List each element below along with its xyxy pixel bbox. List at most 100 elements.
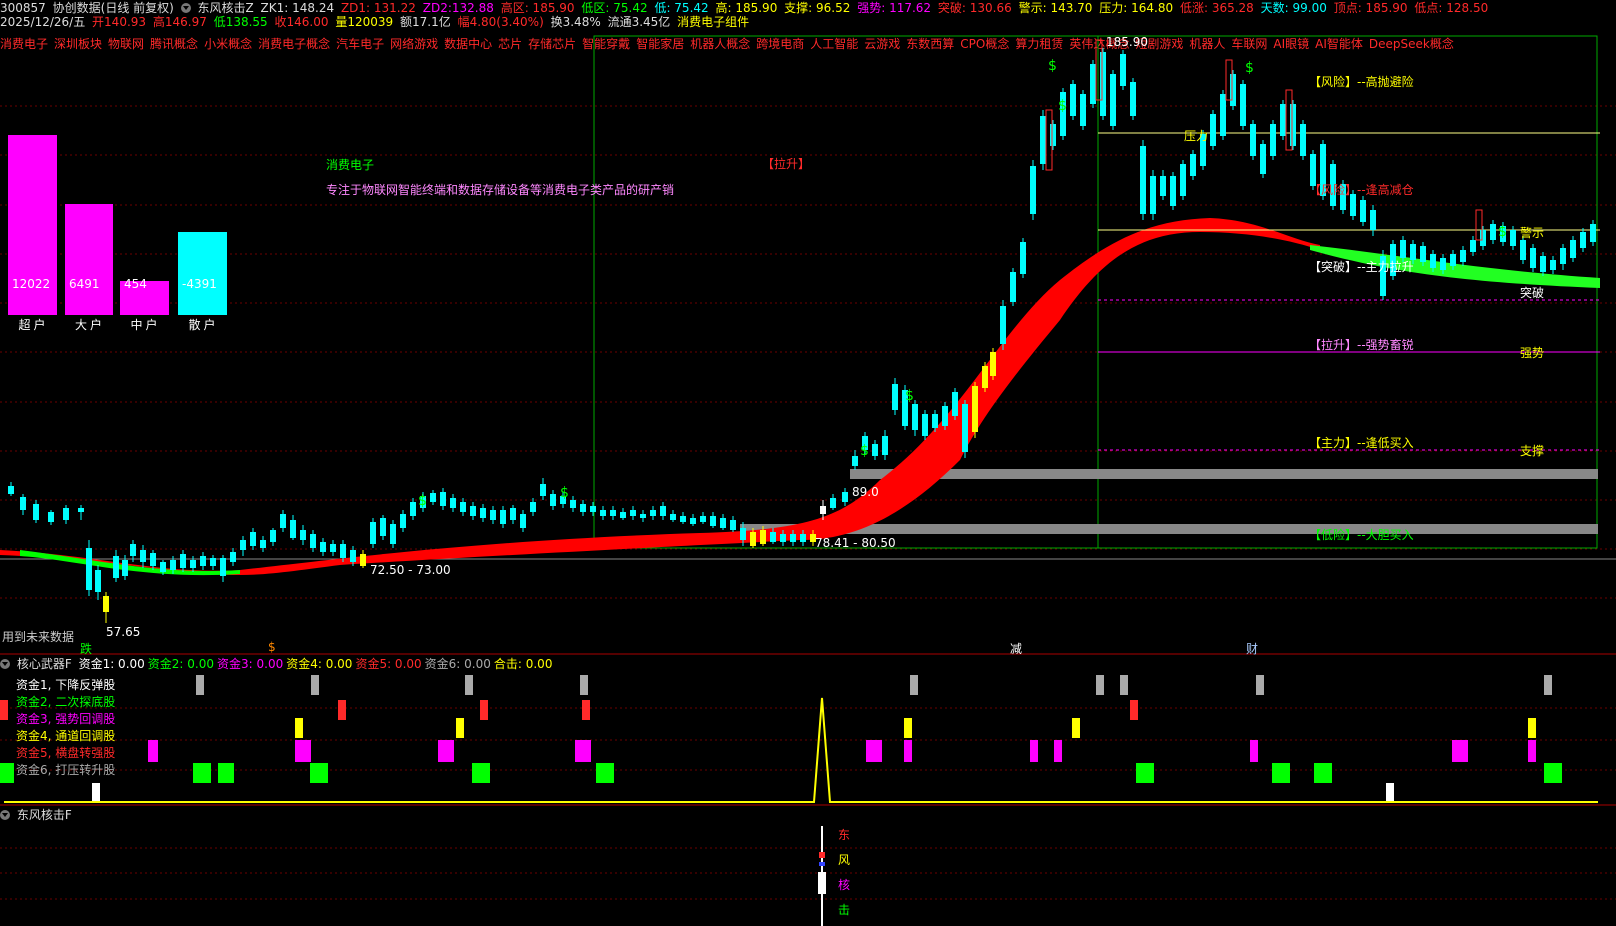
candle-body xyxy=(470,506,476,516)
candle-body xyxy=(1220,94,1226,136)
candle-body xyxy=(200,556,206,566)
hejie-line xyxy=(4,697,1598,803)
candle-body xyxy=(730,520,736,530)
signal-bar xyxy=(904,740,912,762)
dollar-signal: $ xyxy=(860,443,869,459)
label-fenghuo: 【风险】--逢高减仓 xyxy=(1309,183,1414,197)
candle-body xyxy=(600,510,606,516)
candle-body xyxy=(480,508,486,518)
candle-body xyxy=(1010,272,1016,302)
signal-bar xyxy=(438,740,454,762)
candle-body xyxy=(1140,146,1146,214)
line-label-qiangshi: 强势 xyxy=(1520,346,1545,360)
dollar-signal: $ xyxy=(418,493,427,509)
candle-body xyxy=(1430,254,1436,268)
money-bar-value: 454 xyxy=(124,277,147,291)
money-bar-label: 散户 xyxy=(188,318,219,332)
candle-body xyxy=(972,386,978,432)
signal-bar xyxy=(1544,763,1562,783)
candle-body xyxy=(1560,248,1566,264)
candle-body xyxy=(550,494,556,506)
panel2-value: 资金3: 0.00 xyxy=(217,657,284,671)
signal-bar xyxy=(218,763,234,783)
panel2-value: 资金6: 0.00 xyxy=(424,657,491,671)
label-dixian: 【低险】--大胆买入 xyxy=(1309,528,1414,542)
marker-jian: 减 xyxy=(1010,642,1023,656)
signal-bar xyxy=(1250,740,1258,762)
candle-body xyxy=(86,548,92,590)
panel2-value: 资金2: 0.00 xyxy=(147,657,214,671)
panel3-title[interactable]: 东风核击F xyxy=(17,808,72,822)
candle-body xyxy=(1490,224,1496,240)
candle-body xyxy=(140,550,146,562)
candle-body xyxy=(170,560,176,570)
candle-body xyxy=(580,504,586,512)
signal-bar xyxy=(1314,763,1332,783)
company-name: 消费电子 xyxy=(326,158,375,172)
main-chart[interactable]: $ $ $ $ $ $ $ $ xyxy=(0,0,1616,926)
candle-body xyxy=(320,542,326,552)
candle-body xyxy=(103,596,109,612)
candle-body xyxy=(740,528,746,540)
signal-bar xyxy=(580,675,588,695)
panel2-collapse-icon[interactable] xyxy=(0,659,10,669)
candle-body xyxy=(450,498,456,508)
candle-body xyxy=(95,570,101,592)
candle-body xyxy=(220,558,226,576)
panel3-char: 东 xyxy=(838,828,851,842)
candle-body xyxy=(130,544,136,556)
candle-body xyxy=(33,504,39,520)
dollar-signal: $ xyxy=(1498,224,1507,240)
candle-body xyxy=(720,518,726,528)
price-high-label: 185.90 xyxy=(1106,35,1148,49)
signal-mark xyxy=(819,862,825,866)
p89-label: 89.0 xyxy=(852,485,879,499)
panel2-legend-item: 资金3, 强势回调股 xyxy=(16,712,116,726)
candle-body xyxy=(640,514,646,518)
signal-bar xyxy=(1130,700,1138,720)
label-fengxian: 【风险】--高抛避险 xyxy=(1309,75,1414,89)
panel2-legend-item: 资金4, 通道回调股 xyxy=(16,729,116,743)
line-label-yali: 压力 xyxy=(1184,129,1209,143)
signal-bar xyxy=(1030,740,1038,762)
candle-body xyxy=(1250,124,1256,156)
signal-bar xyxy=(0,700,8,720)
candle-body xyxy=(540,484,546,496)
panel2-title[interactable]: 核心武器F xyxy=(17,657,72,671)
signal-bar xyxy=(148,740,158,762)
signal-bar xyxy=(1072,718,1080,738)
candle-body xyxy=(230,552,236,562)
signal-bar xyxy=(596,763,614,783)
candle-body xyxy=(892,384,898,410)
candle-body xyxy=(330,544,336,552)
candle-body xyxy=(1210,114,1216,146)
candle-body xyxy=(1000,306,1006,344)
panel3-collapse-icon[interactable] xyxy=(0,810,10,820)
candle-body xyxy=(1450,254,1456,266)
marker-die: 跌 xyxy=(80,642,93,656)
dollar-signal: $ xyxy=(905,388,914,404)
candle-body xyxy=(872,444,878,456)
line-label-tupo: 突破 xyxy=(1520,286,1545,300)
panel2-header: 核心武器F 资金1: 0.00 资金2: 0.00 资金3: 0.00 资金4: 0.… xyxy=(0,656,558,672)
candle-body xyxy=(1590,224,1596,242)
candle-body xyxy=(160,562,166,572)
candle-body xyxy=(1150,176,1156,214)
marker-cai: 财 xyxy=(1246,642,1259,656)
candle-body xyxy=(820,506,826,514)
candle-body xyxy=(400,514,406,528)
candle-body xyxy=(800,534,806,542)
money-bar-label: 中户 xyxy=(130,318,161,332)
gray-zone xyxy=(850,469,1598,479)
candle-body xyxy=(932,414,938,428)
candle-body xyxy=(260,540,266,548)
label-lashen: 【拉升】 xyxy=(762,157,811,171)
candle-body xyxy=(530,502,536,512)
signal-bar xyxy=(1096,675,1104,695)
candle-body xyxy=(1530,248,1536,268)
candle-body xyxy=(340,544,346,558)
candle-body xyxy=(590,506,596,512)
candle-body xyxy=(1290,104,1296,146)
money-bar-value: -4391 xyxy=(182,277,217,291)
candle-body xyxy=(842,492,848,502)
